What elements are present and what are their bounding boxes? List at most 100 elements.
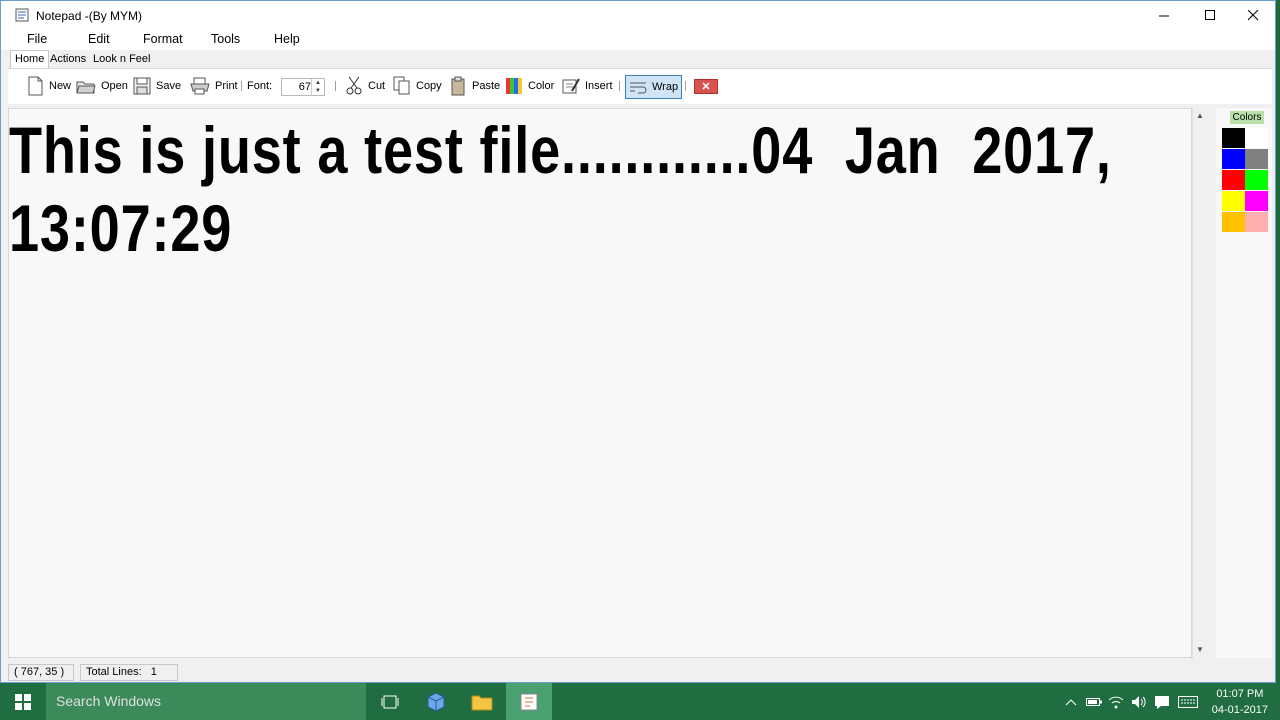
minimize-button[interactable] (1141, 1, 1187, 30)
menu-edit[interactable]: Edit (88, 32, 110, 46)
cursor-position: ( 767, 35 ) (8, 664, 74, 681)
clock-time: 01:07 PM (1216, 688, 1264, 700)
menu-help[interactable]: Help (274, 32, 300, 46)
menu-bar: File Edit Format Tools Help (1, 30, 1275, 50)
menu-file[interactable]: File (27, 32, 47, 46)
spin-down-button[interactable]: ▼ (312, 87, 324, 95)
color-swatch[interactable] (1222, 170, 1245, 190)
volume-tray[interactable] (1130, 683, 1148, 720)
color-button[interactable]: Color (505, 76, 554, 96)
title-bar[interactable]: Notepad -(By MYM) (1, 1, 1275, 30)
color-palette-icon (506, 78, 522, 94)
system-clock[interactable]: 01:07 PM 04-01-2017 (1212, 686, 1268, 718)
status-bar: ( 767, 35 ) Total Lines: 1 (8, 663, 1268, 683)
battery-tray[interactable] (1085, 683, 1103, 720)
task-view-icon (381, 695, 399, 708)
close-document-button[interactable]: ✕ (694, 79, 718, 94)
text-editor[interactable]: This is just a test file............04 J… (8, 108, 1192, 658)
ribbon-tabs: Home Actions Look n Feel (1, 50, 1275, 69)
print-button[interactable]: Print (190, 76, 238, 96)
keyboard-tray[interactable] (1177, 683, 1199, 720)
wrap-label: Wrap (652, 81, 679, 93)
insert-button[interactable]: Insert (562, 76, 613, 96)
start-button[interactable] (0, 683, 46, 720)
toolbar-separator (335, 81, 336, 91)
spin-up-button[interactable]: ▲ (312, 79, 324, 87)
toolbar: New Open Save Print Font: 67 ▲ ▼ Cut Cop… (8, 68, 1272, 104)
taskbar: Search Windows 01:07 PM 04-01-2017 (0, 683, 1280, 720)
insert-label: Insert (585, 80, 613, 92)
color-swatch[interactable] (1222, 212, 1245, 232)
taskbar-file-explorer[interactable] (459, 683, 505, 720)
keyboard-icon (1178, 695, 1198, 708)
color-swatch[interactable] (1245, 128, 1268, 148)
scissors-icon (346, 76, 362, 95)
taskbar-notepad-app[interactable] (506, 683, 552, 720)
total-lines-label: Total Lines: (86, 666, 142, 678)
color-swatch[interactable] (1245, 191, 1268, 211)
save-button[interactable]: Save (133, 76, 181, 96)
color-swatch[interactable] (1222, 128, 1245, 148)
printer-icon (190, 77, 210, 95)
taskbar-search[interactable]: Search Windows (46, 683, 366, 720)
color-swatch[interactable] (1245, 149, 1268, 169)
show-hidden-icons[interactable] (1063, 683, 1079, 720)
toolbar-separator (685, 81, 686, 91)
menu-format[interactable]: Format (143, 32, 183, 46)
tab-look-n-feel[interactable]: Look n Feel (90, 52, 153, 68)
cube-app-icon (427, 691, 445, 712)
window-title: Notepad -(By MYM) (36, 9, 143, 23)
font-size-value: 67 (298, 81, 311, 93)
cut-label: Cut (368, 80, 386, 92)
save-label: Save (156, 80, 182, 92)
editor-content[interactable]: This is just a test file............04 J… (9, 111, 1190, 267)
palette-title: Colors (1230, 111, 1264, 124)
tab-actions[interactable]: Actions (47, 52, 89, 68)
scroll-up-icon[interactable]: ▲ (1195, 111, 1205, 121)
open-label: Open (101, 80, 128, 92)
paste-button[interactable]: Paste (449, 76, 500, 96)
save-disk-icon (133, 77, 151, 95)
cut-button[interactable]: Cut (345, 76, 385, 96)
notifications-tray[interactable] (1153, 683, 1171, 720)
insert-icon (562, 78, 580, 94)
wrap-toggle-button[interactable]: Wrap (625, 75, 683, 99)
close-icon (1247, 10, 1258, 21)
chevron-up-icon (1065, 698, 1077, 705)
color-swatch[interactable] (1222, 149, 1245, 169)
message-icon (1155, 695, 1169, 709)
color-label: Color (528, 80, 555, 92)
task-view-button[interactable] (367, 683, 413, 720)
windows-logo-icon (15, 693, 31, 710)
battery-icon (1086, 697, 1102, 706)
notepad-app-icon (15, 8, 29, 22)
copy-icon (393, 76, 410, 95)
scroll-down-icon[interactable]: ▼ (1195, 645, 1205, 655)
new-file-icon (28, 76, 43, 96)
word-wrap-icon (630, 82, 647, 94)
speaker-icon (1132, 695, 1146, 708)
menu-tools[interactable]: Tools (211, 32, 240, 46)
tab-home[interactable]: Home (10, 50, 50, 68)
close-button[interactable] (1230, 1, 1276, 30)
spinner-buttons: ▲ ▼ (311, 79, 324, 95)
network-tray[interactable] (1107, 683, 1125, 720)
color-swatch[interactable] (1245, 170, 1268, 190)
color-swatch[interactable] (1245, 212, 1268, 232)
toolbar-separator (241, 81, 242, 91)
new-button[interactable]: New (26, 76, 71, 96)
clock-date: 04-01-2017 (1211, 704, 1268, 716)
wifi-icon (1108, 696, 1124, 708)
copy-button[interactable]: Copy (393, 76, 442, 96)
taskbar-app-cube[interactable] (413, 683, 459, 720)
open-button[interactable]: Open (76, 76, 128, 96)
maximize-button[interactable] (1187, 1, 1233, 30)
vertical-scrollbar[interactable]: ▲ ▼ (1192, 108, 1207, 658)
font-label: Font: (247, 76, 272, 96)
font-size-spinner[interactable]: 67 ▲ ▼ (281, 78, 325, 96)
color-palette-panel: Colors (1216, 108, 1272, 658)
color-swatch[interactable] (1222, 191, 1245, 211)
java-notepad-icon (520, 693, 538, 710)
new-label: New (49, 80, 72, 92)
minimize-icon (1158, 15, 1169, 17)
